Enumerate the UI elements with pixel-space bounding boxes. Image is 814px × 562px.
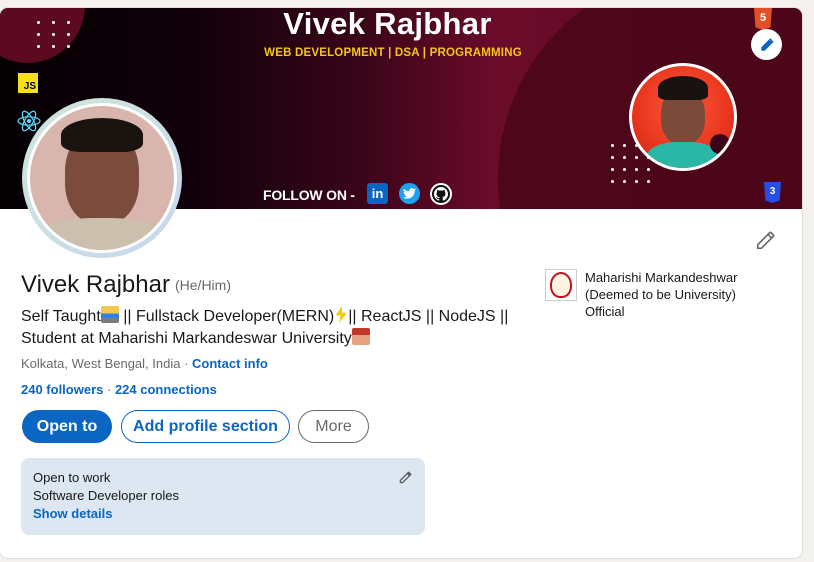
twitter-icon xyxy=(399,183,420,204)
linkedin-icon: in xyxy=(367,183,388,204)
school-emoji-icon xyxy=(351,328,370,345)
profile-location: Kolkata, West Bengal, India xyxy=(21,356,181,371)
university-logo-icon xyxy=(545,269,577,301)
profile-card: Vivek Rajbhar WEB DEVELOPMENT | DSA | PR… xyxy=(0,8,802,558)
edit-intro-button[interactable] xyxy=(753,229,779,255)
add-profile-section-button[interactable]: Add profile section xyxy=(121,410,290,443)
university-name: Maharishi Markandeshwar (Deemed to be Un… xyxy=(585,270,738,319)
contact-info-link[interactable]: Contact info xyxy=(192,356,268,371)
open-to-work-roles: Software Developer roles xyxy=(33,488,179,503)
technologist-emoji-icon xyxy=(100,306,119,323)
profile-photo-hair xyxy=(61,118,143,152)
banner-photo-decor xyxy=(710,134,730,154)
profile-name: Vivek Rajbhar xyxy=(21,271,170,298)
profile-photo[interactable] xyxy=(22,98,182,258)
css3-icon: 3 xyxy=(764,182,781,203)
github-icon xyxy=(430,183,452,205)
headline-text-2: || Fullstack Developer(MERN) xyxy=(118,308,335,325)
banner-subtitle: WEB DEVELOPMENT | DSA | PROGRAMMING xyxy=(264,47,522,59)
connections-link[interactable]: 224 connections xyxy=(115,382,217,397)
profile-location-row: Kolkata, West Bengal, India · Contact in… xyxy=(21,356,268,371)
html5-icon: 5 xyxy=(754,8,772,30)
follow-on-label: FOLLOW ON - xyxy=(263,187,355,203)
stats-separator: · xyxy=(103,382,115,397)
profile-stats: 240 followers · 224 connections xyxy=(21,382,217,397)
pencil-icon[interactable] xyxy=(397,470,413,486)
pencil-icon xyxy=(760,37,774,51)
profile-photo-image xyxy=(27,103,177,253)
headline-text-1: Self Taught xyxy=(21,308,101,325)
profile-pronouns: (He/Him) xyxy=(175,277,231,293)
education-entry[interactable]: Maharishi Markandeshwar (Deemed to be Un… xyxy=(545,269,765,320)
open-to-work-card[interactable]: Open to work Software Developer roles Sh… xyxy=(21,458,425,535)
profile-photo-shirt xyxy=(30,218,174,250)
show-details-link[interactable]: Show details xyxy=(33,506,413,521)
location-separator: · xyxy=(180,356,193,371)
headline-text-3: || ReactJS || NodeJS || xyxy=(348,308,509,325)
profile-headline: Self Taught || Fullstack Developer(MERN)… xyxy=(21,306,521,350)
edit-banner-button[interactable] xyxy=(751,29,782,60)
more-button[interactable]: More xyxy=(298,410,369,443)
banner-title: Vivek Rajbhar xyxy=(283,8,492,41)
banner-photo-shirt xyxy=(646,142,720,168)
headline-text-4: Student at Maharishi Markandeswar Univer… xyxy=(21,330,352,347)
javascript-icon: JS xyxy=(18,73,38,93)
banner-photo-hair xyxy=(658,76,708,100)
pencil-icon xyxy=(757,231,775,249)
followers-link[interactable]: 240 followers xyxy=(21,382,103,397)
lightning-emoji-icon xyxy=(335,306,347,323)
open-to-work-title: Open to work xyxy=(33,470,111,485)
open-to-button[interactable]: Open to xyxy=(22,410,112,443)
banner-photo xyxy=(629,63,737,171)
